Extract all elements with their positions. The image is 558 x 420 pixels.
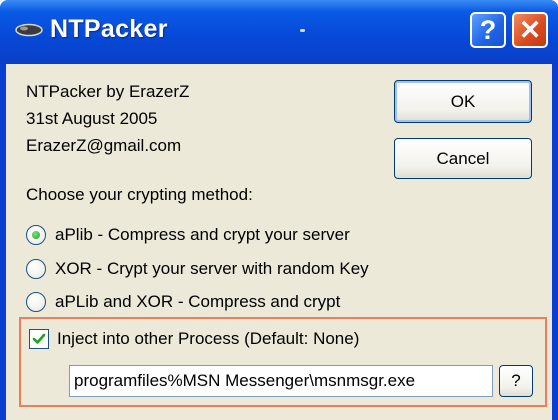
radio-aplib[interactable]: aPlib - Compress and crypt your server [26, 222, 350, 248]
close-button[interactable]: ✕ [512, 12, 548, 48]
browse-button-label: ? [511, 371, 521, 390]
dialog-body: NTPacker by ErazerZ 31st August 2005 Era… [6, 64, 552, 420]
title-bar-speck [300, 29, 305, 32]
info-author: NTPacker by ErazerZ [26, 82, 190, 101]
radio-button[interactable] [26, 292, 46, 312]
close-icon: ✕ [518, 14, 542, 45]
help-title-button[interactable]: ? [470, 12, 506, 48]
checkmark-icon [32, 333, 46, 344]
cancel-button[interactable]: Cancel [394, 138, 532, 179]
crypt-method-label: Choose your crypting method: [26, 185, 253, 204]
radio-button-checked[interactable] [26, 225, 46, 245]
radio-xor[interactable]: XOR - Crypt your server with random Key [26, 256, 369, 282]
process-path-input[interactable]: programfiles%MSN Messenger\msnmsgr.exe [69, 365, 493, 397]
info-email: ErazerZ@gmail.com [26, 136, 182, 155]
radio-button[interactable] [26, 259, 46, 279]
browse-process-button[interactable]: ? [499, 365, 533, 397]
radio-aplib-label: aPlib - Compress and crypt your server [55, 225, 350, 244]
ok-button-label: OK [450, 91, 476, 111]
inject-label: Inject into other Process (Default: None… [57, 329, 360, 348]
radio-xor-label: XOR - Crypt your server with random Key [55, 259, 369, 278]
inject-group: Inject into other Process (Default: None… [19, 317, 547, 407]
radio-aplib-xor[interactable]: aPLib and XOR - Compress and crypt [26, 289, 340, 315]
window-title: NTPacker [50, 15, 168, 43]
ok-button[interactable]: OK [394, 80, 532, 123]
inject-checkbox[interactable] [29, 329, 49, 349]
inject-checkbox-row[interactable]: Inject into other Process (Default: None… [29, 329, 359, 349]
info-date: 31st August 2005 [26, 109, 158, 128]
radio-aplib-xor-label: aPLib and XOR - Compress and crypt [55, 292, 341, 311]
question-icon: ? [479, 14, 497, 45]
ntpacker-app-icon [15, 23, 43, 37]
dialog-window: NTPacker ? ✕ NTPacker by ErazerZ 31st Au… [0, 0, 558, 420]
title-bar[interactable]: NTPacker ? ✕ [0, 0, 558, 64]
cancel-button-label: Cancel [436, 148, 490, 168]
